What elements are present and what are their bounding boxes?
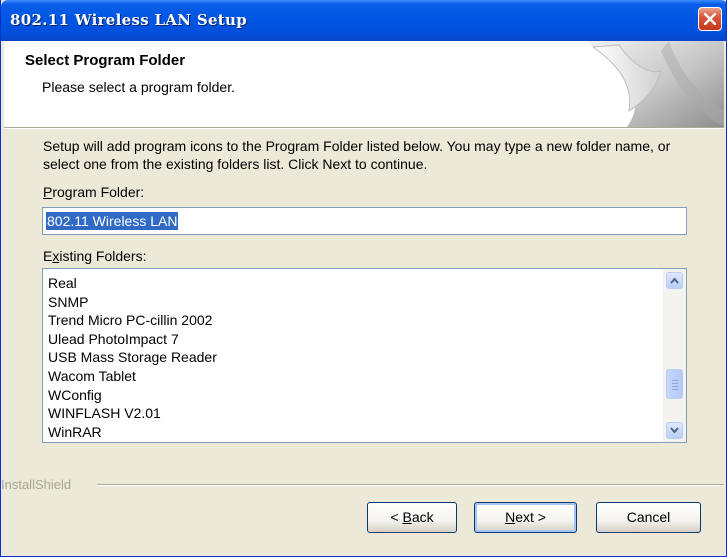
list-item[interactable]: WinRAR — [48, 423, 217, 442]
setup-dialog: 802.11 Wireless LAN Setup Select Program… — [0, 0, 727, 557]
existing-folders-label: Existing Folders: — [43, 248, 147, 264]
list-item[interactable]: WINFLASH V2.01 — [48, 404, 217, 423]
program-folder-label: Program Folder: — [43, 184, 144, 200]
installshield-brand: InstallShield — [1, 477, 72, 492]
chevron-down-icon — [670, 427, 679, 434]
list-item[interactable]: Real — [48, 274, 217, 293]
footer-divider — [97, 484, 724, 486]
existing-folders-label-rest: isting Folders: — [59, 248, 147, 264]
existing-folders-list[interactable]: Real SNMP Trend Micro PC-cillin 2002 Ule… — [42, 268, 687, 443]
back-rest: ack — [411, 509, 434, 525]
wizard-header: Select Program Folder Please select a pr… — [4, 41, 724, 127]
program-folder-label-rest: rogram Folder: — [52, 184, 145, 200]
program-folder-value: 802.11 Wireless LAN — [46, 212, 179, 230]
program-folder-mnemonic: P — [43, 184, 53, 200]
program-folder-input[interactable]: 802.11 Wireless LAN — [42, 207, 687, 235]
back-mnemonic: B — [402, 509, 412, 525]
title-bar[interactable]: 802.11 Wireless LAN Setup — [1, 0, 726, 41]
chevron-up-icon — [670, 277, 679, 284]
scroll-up-button[interactable] — [666, 272, 683, 289]
back-button[interactable]: < Back — [367, 502, 457, 533]
cancel-button[interactable]: Cancel — [596, 502, 701, 533]
list-item[interactable]: WConfig — [48, 386, 217, 405]
close-icon — [704, 13, 716, 25]
next-mnemonic: N — [505, 509, 516, 525]
close-button[interactable] — [698, 7, 722, 31]
vertical-scrollbar[interactable] — [663, 269, 686, 442]
existing-folders-label-first: E — [43, 248, 53, 264]
thumb-grip-line — [672, 383, 678, 384]
window-title: 802.11 Wireless LAN Setup — [10, 11, 248, 29]
header-divider — [4, 127, 724, 129]
list-item[interactable]: Wacom Tablet — [48, 367, 217, 386]
page-curl-graphic — [587, 41, 724, 127]
page-title: Select Program Folder — [25, 52, 186, 69]
list-item[interactable]: Trend Micro PC-cillin 2002 — [48, 311, 217, 330]
scroll-down-button[interactable] — [666, 422, 683, 439]
thumb-grip-line — [672, 386, 678, 387]
instructions-text: Setup will add program icons to the Prog… — [43, 138, 671, 172]
next-rest: ext > — [515, 509, 546, 525]
list-item[interactable]: Ulead PhotoImpact 7 — [48, 330, 217, 349]
thumb-grip-line — [672, 380, 678, 381]
next-button[interactable]: Next > — [474, 502, 577, 533]
scrollbar-thumb[interactable] — [666, 369, 683, 399]
list-item[interactable]: SNMP — [48, 293, 217, 312]
page-subtitle: Please select a program folder. — [42, 79, 235, 95]
list-item[interactable]: USB Mass Storage Reader — [48, 348, 217, 367]
thumb-grip-line — [672, 389, 678, 390]
back-prefix: < — [390, 509, 403, 525]
